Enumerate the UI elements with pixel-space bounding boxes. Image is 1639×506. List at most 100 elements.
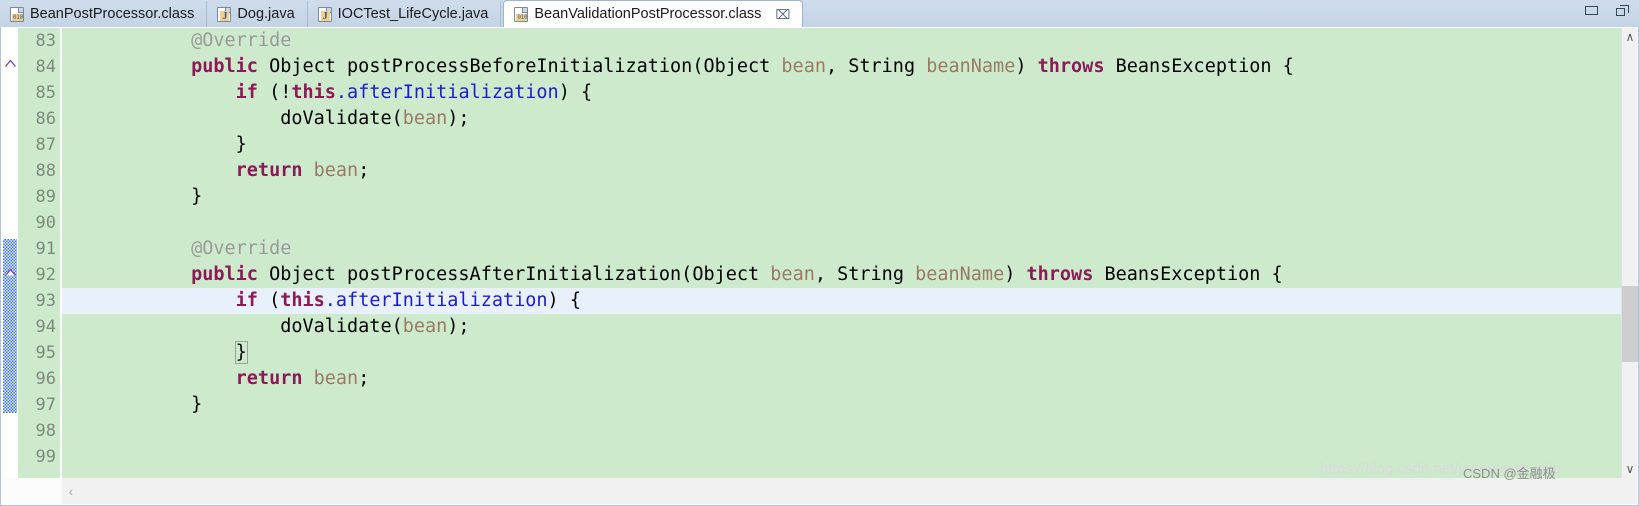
code-token-plain: ) — [1004, 264, 1027, 285]
line-number: 89 — [35, 187, 56, 207]
code-token-plain: ) — [1015, 56, 1038, 77]
line-number: 99 — [35, 447, 56, 467]
code-token-plain: , String — [814, 264, 916, 285]
code-token-plain: ) { — [558, 82, 593, 103]
code-token-kw: this — [280, 290, 325, 311]
code-token-anno: @Override — [191, 30, 292, 51]
vertical-scrollbar[interactable]: ∧ ∨ — [1621, 28, 1638, 478]
tab-ioctest-lifecycle-java[interactable]: J IOCTest_LifeCycle.java — [308, 1, 502, 27]
code-token-kw: public — [191, 264, 258, 285]
code-line-text: doValidate(bean); — [102, 316, 469, 337]
code-token-plain: doValidate( — [102, 316, 403, 337]
code-line[interactable]: doValidate(bean); — [62, 314, 1621, 340]
editor-tab-bar: 010 BeanPostProcessor.class J Dog.java J… — [0, 0, 1639, 27]
code-line-text: } — [102, 186, 202, 207]
line-number-gutter[interactable]: 83 84 85 86 87 88 89 90 91 92 93 94 95 9… — [18, 28, 61, 478]
code-token-plain: ; — [358, 368, 370, 389]
code-token-plain: ; — [358, 160, 370, 181]
code-line[interactable]: public Object postProcessAfterInitializa… — [62, 262, 1621, 288]
window-controls — [1585, 5, 1629, 16]
code-token-anno: @Override — [191, 238, 292, 259]
line-number: 95 — [35, 343, 56, 363]
class-file-icon: 010 — [514, 6, 529, 22]
code-line[interactable] — [62, 444, 1621, 470]
code-line-text: if (this.afterInitialization) { — [102, 290, 581, 311]
code-token-param: bean — [313, 160, 359, 181]
line-number: 90 — [35, 213, 56, 233]
code-token-plain: , String — [825, 56, 927, 77]
code-line[interactable] — [62, 210, 1621, 236]
line-number: 96 — [35, 369, 56, 389]
code-line[interactable]: } — [62, 392, 1621, 418]
tab-label: BeanPostProcessor.class — [30, 5, 195, 22]
code-token-plain: } — [102, 134, 247, 155]
code-token-plain: BeansException { — [1093, 264, 1283, 285]
code-line[interactable]: if (!this.afterInitialization) { — [62, 80, 1621, 106]
code-line-current[interactable]: if (this.afterInitialization) { — [62, 288, 1621, 314]
tab-bean-validation-post-processor[interactable]: 010 BeanValidationPostProcessor.class ⌧ — [503, 0, 804, 27]
line-number: 84 — [35, 57, 56, 77]
code-token-param: beanName — [926, 56, 1016, 77]
code-line-text: public Object postProcessBeforeInitializ… — [102, 56, 1294, 77]
code-line[interactable]: } — [62, 340, 1621, 366]
class-file-icon: 010 — [10, 6, 24, 22]
line-number: 86 — [35, 109, 56, 129]
editor-body: 83 84 85 86 87 88 89 90 91 92 93 94 95 9… — [0, 27, 1639, 506]
tab-label: BeanValidationPostProcessor.class — [534, 5, 762, 22]
code-token-plain: ( — [257, 290, 281, 311]
code-token-kw: return — [235, 160, 303, 181]
code-line-text: @Override — [102, 238, 291, 259]
code-token-plain: Object postProcessBeforeInitialization(O… — [257, 56, 782, 77]
code-line[interactable]: @Override — [62, 236, 1621, 262]
code-line[interactable]: doValidate(bean); — [62, 106, 1621, 132]
code-token-kw: return — [235, 368, 303, 389]
tab-dog-java[interactable]: J Dog.java — [207, 1, 308, 27]
code-text-area[interactable]: @Override public Object postProcessBefor… — [62, 28, 1621, 478]
code-token-kw: this — [291, 82, 336, 103]
code-line[interactable]: } — [62, 184, 1621, 210]
code-line-text: } — [102, 341, 248, 364]
horizontal-scrollbar[interactable]: ‹ — [62, 478, 1621, 504]
code-line[interactable]: return bean; — [62, 158, 1621, 184]
code-token-param: bean — [770, 264, 815, 285]
code-line[interactable]: } — [62, 132, 1621, 158]
code-token-kw: public — [191, 56, 258, 77]
close-icon[interactable]: ⌧ — [775, 8, 790, 21]
code-line[interactable] — [62, 418, 1621, 444]
code-line[interactable]: public Object postProcessBeforeInitializ… — [62, 54, 1621, 80]
scroll-up-icon[interactable]: ∧ — [1622, 28, 1638, 46]
scroll-down-icon[interactable]: ∨ — [1622, 460, 1638, 478]
line-number: 91 — [35, 239, 56, 259]
code-token-plain: Object postProcessAfterInitialization(Ob… — [257, 264, 771, 285]
tab-label: Dog.java — [237, 5, 295, 22]
code-line[interactable]: @Override — [62, 28, 1621, 54]
scroll-left-icon[interactable]: ‹ — [62, 478, 80, 504]
code-token-plain: } — [102, 394, 203, 415]
code-token-param: bean — [313, 368, 359, 389]
line-number: 85 — [35, 83, 56, 103]
code-token-plain: ) { — [547, 290, 581, 311]
line-number: 88 — [35, 161, 56, 181]
code-token-plain: } — [102, 186, 203, 207]
code-line-text: doValidate(bean); — [102, 108, 469, 129]
code-token-brace: } — [234, 341, 248, 364]
code-token-plain: (! — [257, 82, 292, 103]
minimize-icon[interactable] — [1585, 6, 1598, 15]
java-file-icon: J — [217, 6, 232, 22]
line-number: 93 — [35, 291, 56, 311]
code-token-plain: doValidate( — [102, 108, 403, 129]
vertical-scrollbar-thumb[interactable] — [1622, 286, 1638, 362]
code-line-text: return bean; — [102, 160, 370, 181]
code-line-text: } — [102, 394, 202, 415]
code-token-param: bean — [402, 108, 448, 129]
maximize-icon[interactable] — [1616, 5, 1629, 16]
tab-bean-post-processor[interactable]: 010 BeanPostProcessor.class — [0, 1, 208, 27]
code-line[interactable]: return bean; — [62, 366, 1621, 392]
eclipse-editor-window: 010 BeanPostProcessor.class J Dog.java J… — [0, 0, 1639, 506]
